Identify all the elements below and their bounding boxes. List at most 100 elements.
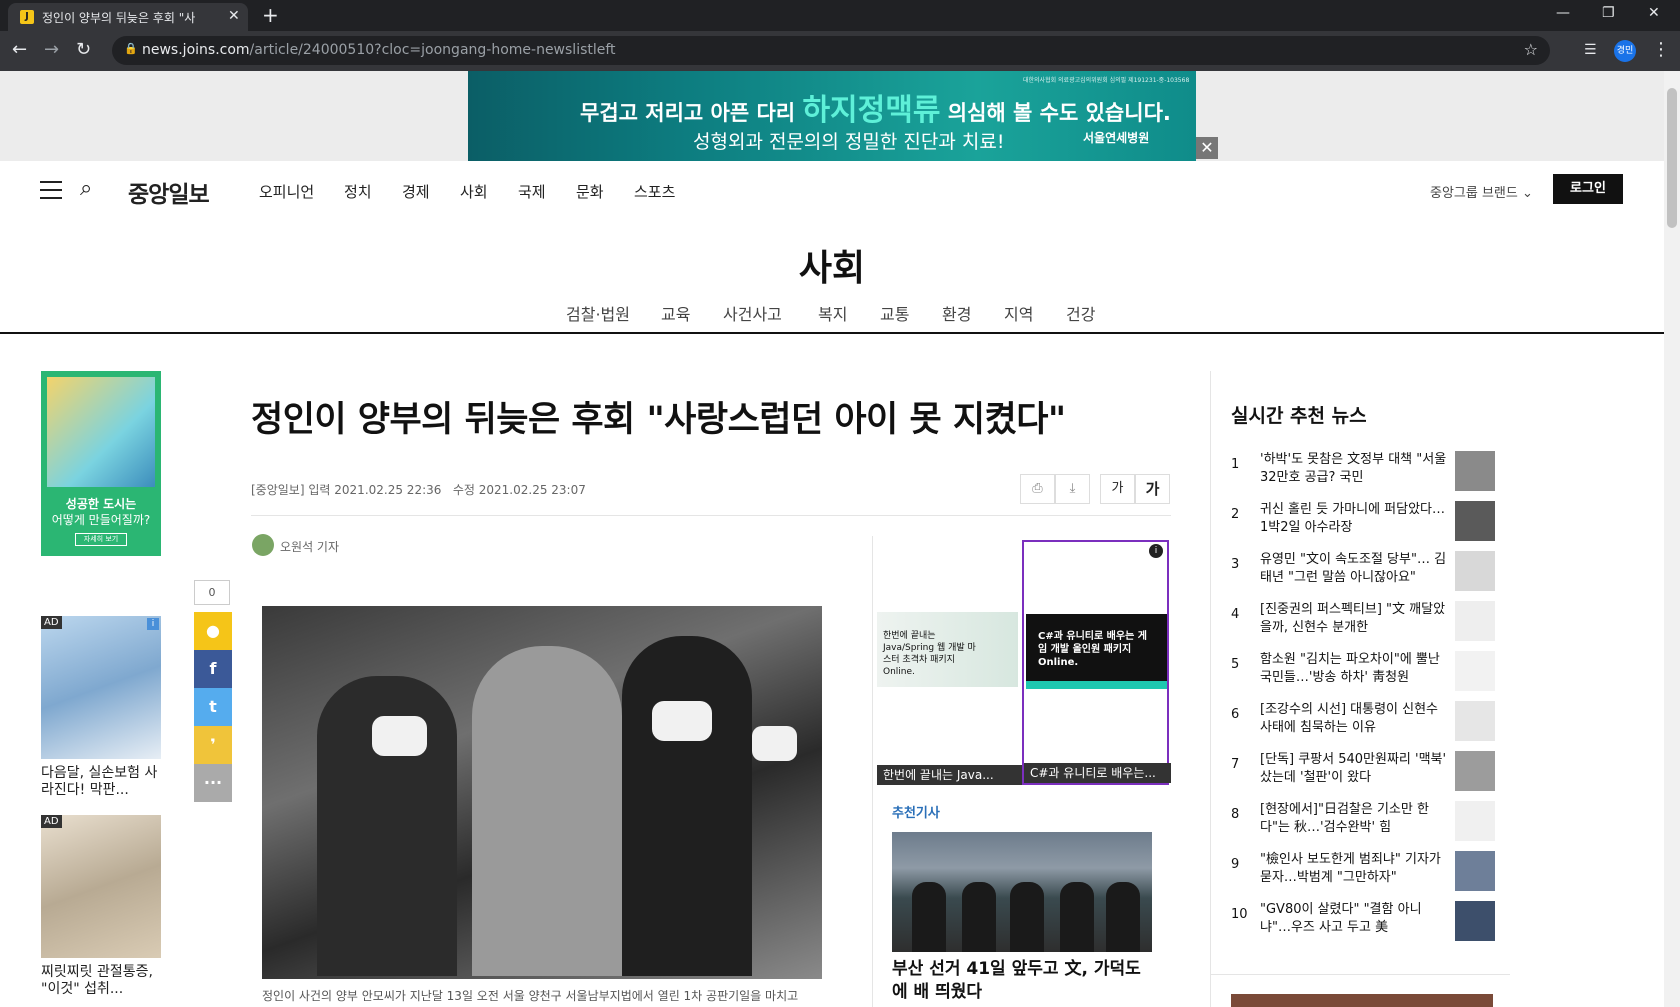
menu-kebab-icon[interactable]: ⋮ — [1652, 39, 1670, 60]
realtime-item[interactable]: 7 [단독] 쿠팡서 540만원짜리 '맥북' 샀는데 '철판'이 왔다 — [1231, 751, 1495, 795]
realtime-item[interactable]: 5 함소원 "김치는 파오차이"에 뿔난 국민들…'방송 하차' 靑청원 — [1231, 651, 1495, 695]
realtime-item[interactable]: 3 유영민 "文이 속도조절 당부"… 김태년 "그런 말씀 아니잖아요" — [1231, 551, 1495, 595]
url-input[interactable]: 🔒 news.joins.com/article/24000510?cloc=j… — [112, 36, 1550, 65]
back-arrow-icon[interactable]: ← — [12, 39, 27, 60]
subnav-education[interactable]: 교육 — [661, 301, 690, 325]
article-photo — [262, 606, 822, 979]
maximize-icon[interactable]: ❐ — [1602, 5, 1615, 21]
download-icon[interactable]: ⤓ — [1055, 474, 1090, 504]
ad-banner: 한번에 끝내는 Java/Spring 웹 개발 마스터 초격차 패키지 Onl… — [877, 612, 1018, 687]
info-icon[interactable]: i — [1149, 544, 1163, 558]
realtime-item[interactable]: 9 "檢인사 보도한게 범죄냐" 기자가 묻자…박범계 "그만하자" — [1231, 851, 1495, 895]
recommend-label: 추천기사 — [892, 806, 940, 821]
thumbnail — [1455, 851, 1495, 891]
article-byline: [중앙일보] 입력 2021.02.25 22:36 수정 2021.02.25… — [251, 483, 586, 497]
left-ad-card-2[interactable]: AD 찌릿찌릿 관절통증, "이것" 섭취... — [41, 815, 161, 998]
print-icon[interactable]: ⎙ — [1020, 474, 1055, 504]
realtime-item[interactable]: 1 '하박'도 못참은 文정부 대책 "서울 32만호 공급? 국민 — [1231, 451, 1495, 495]
realtime-item[interactable]: 6 [조강수의 시선] 대통령이 신현수 사태에 침묵하는 이유 — [1231, 701, 1495, 745]
thumbnail — [1455, 701, 1495, 741]
reporter-name[interactable]: 오원석 기자 — [280, 538, 339, 555]
forward-arrow-icon[interactable]: → — [44, 39, 59, 60]
kakao-story-icon[interactable]: ❜ — [194, 726, 232, 764]
ad-line1: 무겁고 저리고 아픈 다리 하지정맥류 의심해 볼 수도 있습니다. — [580, 93, 1171, 128]
info-icon[interactable]: i — [147, 618, 159, 630]
ad-close-button[interactable]: ✕ — [1196, 137, 1218, 159]
realtime-item[interactable]: 2 귀신 홀린 듯 가마니에 퍼담았다…1박2일 아수라장 — [1231, 501, 1495, 545]
realtime-item[interactable]: 4 [진중권의 퍼스펙티브] "文 깨달았을까, 신현수 분개한 — [1231, 601, 1495, 645]
ad-badge: AD — [41, 815, 62, 828]
bookmark-star-icon[interactable]: ☆ — [1524, 40, 1538, 59]
subnav-environment[interactable]: 환경 — [942, 301, 971, 325]
address-bar: ← → ↻ 🔒 news.joins.com/article/24000510?… — [0, 31, 1680, 71]
city-ad-text: 성공한 도시는 어떻게 만들어질까? — [51, 497, 151, 527]
right-column-bottom-line — [1210, 974, 1510, 975]
facebook-icon[interactable]: f — [194, 650, 232, 688]
window-close-icon[interactable]: ✕ — [1648, 5, 1660, 21]
recommend-title[interactable]: 부산 선거 41일 앞두고 文, 가덕도에 배 띄웠다 — [892, 958, 1152, 1004]
ad-caption[interactable]: 찌릿찌릿 관절통증, "이것" 섭취... — [41, 964, 161, 998]
city-ad-button[interactable]: 자세히 보기 — [75, 533, 127, 546]
realtime-item[interactable]: 10 "GV80이 살렸다" "결함 아니냐"…우즈 사고 두고 美 — [1231, 901, 1495, 945]
font-decrease-button[interactable]: 가 — [1100, 474, 1135, 504]
minimize-icon[interactable]: — — [1556, 5, 1570, 21]
brand-menu-dropdown[interactable]: 중앙그룹 브랜드 ⌄ — [1430, 182, 1533, 201]
scrollbar-thumb[interactable] — [1667, 88, 1677, 228]
more-icon[interactable]: ··· — [194, 764, 232, 802]
ad-brand: 서울연세병원 — [1083, 131, 1150, 145]
city-illustration — [47, 377, 155, 487]
thumbnail — [1455, 551, 1495, 591]
ad-caption[interactable]: 한번에 끝내는 Java... — [877, 765, 1024, 785]
top-banner-ad[interactable]: 대한의사협회 의료광고심의위원회 심의필 제191231-중-103568 무겁… — [468, 71, 1196, 161]
nav-culture[interactable]: 문화 — [576, 181, 604, 202]
reading-list-icon[interactable]: ☰ — [1584, 42, 1597, 58]
nav-politics[interactable]: 정치 — [344, 181, 372, 202]
recommend-image[interactable] — [892, 832, 1152, 952]
realtime-item[interactable]: 8 [현장에서]"日검찰은 기소만 한다"는 秋…'검수완박' 힘 — [1231, 801, 1495, 845]
thumbnail — [1455, 901, 1495, 941]
ad-banner: C#과 유니티로 배우는 게임 개발 올인원 패키지 Online. — [1026, 614, 1167, 689]
comment-icon[interactable]: ● — [194, 612, 232, 650]
ad-image: AD i — [41, 616, 161, 759]
site-logo[interactable]: 중앙일보 — [128, 175, 210, 209]
subnav-prosecution-court[interactable]: 검찰·법원 — [566, 301, 630, 325]
font-increase-button[interactable]: 가 — [1135, 474, 1170, 504]
thumbnail — [1455, 751, 1495, 791]
search-icon[interactable]: ⌕ — [80, 176, 92, 201]
site-header: ⌕ 중앙일보 오피니언 정치 경제 사회 국제 문화 스포츠 중앙그룹 브랜드 … — [0, 161, 1664, 221]
twitter-icon[interactable]: t — [194, 688, 232, 726]
content-ad-2[interactable]: C#과 유니티로 배우는 게임 개발 올인원 패키지 Online. i C#과… — [1022, 540, 1171, 785]
section-title: 사회 — [798, 248, 866, 289]
tab-close-icon[interactable]: ✕ — [228, 8, 240, 24]
realtime-news-title: 실시간 추천 뉴스 — [1231, 405, 1367, 427]
subnav-welfare[interactable]: 복지 — [818, 301, 847, 325]
reload-icon[interactable]: ↻ — [76, 39, 91, 60]
right-column-ad[interactable] — [1231, 994, 1493, 1007]
section-divider — [0, 332, 1664, 334]
comment-count: 0 — [194, 580, 230, 605]
content-ad-1[interactable]: 한번에 끝내는 Java/Spring 웹 개발 마스터 초격차 패키지 Onl… — [877, 540, 1024, 785]
photo-caption: 정인이 사건의 양부 안모씨가 지난달 13일 오전 서울 양천구 서울남부지법… — [262, 989, 799, 1003]
left-ad-city[interactable]: 성공한 도시는 어떻게 만들어질까? 자세히 보기 — [41, 371, 161, 556]
thumbnail — [1455, 651, 1495, 691]
nav-international[interactable]: 국제 — [518, 181, 546, 202]
ad-line2: 성형외과 전문의의 정밀한 진단과 치료! — [693, 131, 1005, 153]
ad-caption[interactable]: 다음달, 실손보험 사라진다! 막판... — [41, 765, 161, 799]
left-ad-card-1[interactable]: AD i 다음달, 실손보험 사라진다! 막판... — [41, 616, 161, 799]
nav-sports[interactable]: 스포츠 — [634, 181, 675, 202]
ad-caption[interactable]: C#과 유니티로 배우는... — [1024, 763, 1171, 783]
nav-opinion[interactable]: 오피니언 — [259, 181, 314, 202]
subnav-region[interactable]: 지역 — [1004, 301, 1033, 325]
subnav-traffic[interactable]: 교통 — [880, 301, 909, 325]
login-button[interactable]: 로그인 — [1553, 174, 1623, 204]
new-tab-button[interactable]: + — [262, 3, 279, 27]
scrollbar[interactable] — [1664, 71, 1680, 1007]
nav-society[interactable]: 사회 — [460, 181, 488, 202]
subnav-health[interactable]: 건강 — [1066, 301, 1095, 325]
nav-economy[interactable]: 경제 — [402, 181, 430, 202]
url-text: news.joins.com/article/24000510?cloc=joo… — [142, 42, 616, 58]
subnav-incidents[interactable]: 사건사고 — [723, 301, 782, 325]
profile-avatar[interactable]: 경민 — [1614, 40, 1636, 62]
hamburger-menu-icon[interactable] — [40, 181, 62, 199]
browser-tab-active[interactable]: J 정인이 양부의 뒤늦은 후회 "사 ✕ — [8, 3, 248, 31]
